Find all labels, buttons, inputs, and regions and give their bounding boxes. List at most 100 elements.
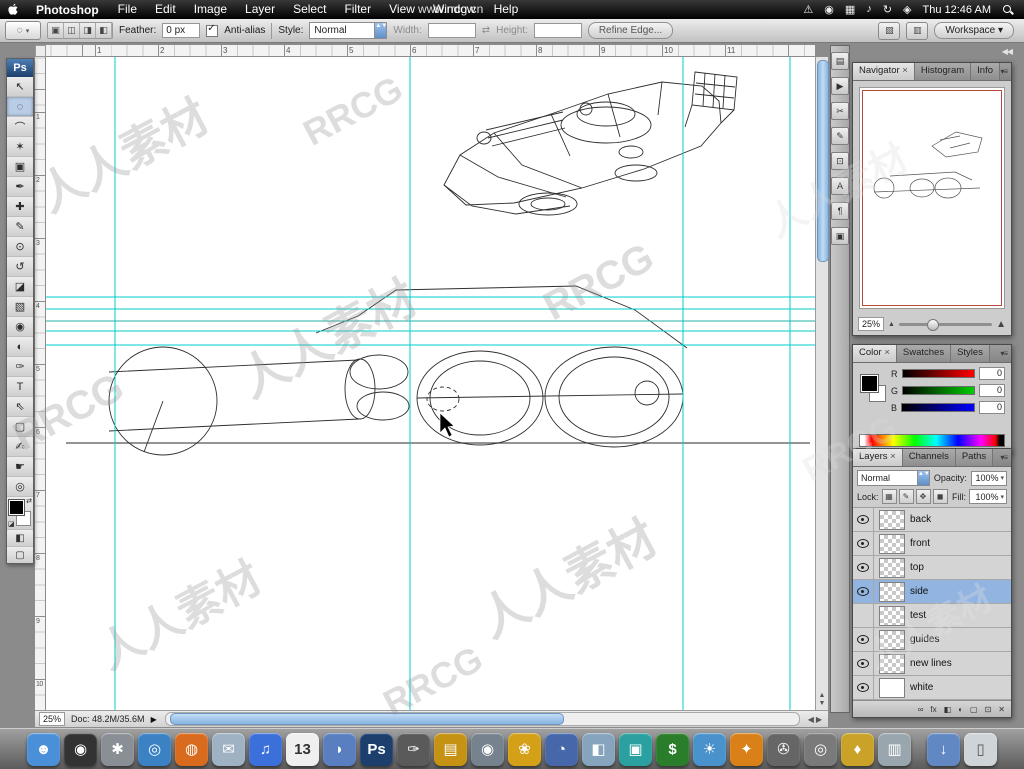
layer-thumbnail[interactable]: [879, 557, 905, 578]
tool-preset-picker[interactable]: ◌ ▾: [5, 21, 41, 40]
tool-pen[interactable]: ✑: [7, 357, 33, 377]
swap-colors-icon[interactable]: ⇄: [26, 497, 32, 505]
collapsed-panel-button-clone-source[interactable]: ⊡: [831, 152, 849, 170]
layer-thumbnail[interactable]: [879, 605, 905, 626]
layer-row-new-lines[interactable]: new lines: [853, 652, 1011, 676]
dock-item-ical[interactable]: 13: [286, 732, 319, 766]
lock-button[interactable]: ◼: [932, 489, 948, 504]
zoom-slider-thumb[interactable]: [926, 318, 939, 331]
tool-lasso[interactable]: ⌒: [7, 117, 33, 137]
status-icon-volume-status-icon[interactable]: ♪: [866, 3, 872, 16]
status-icon-display-status-icon[interactable]: ◉: [824, 3, 834, 16]
zoom-in-icon[interactable]: [996, 319, 1006, 330]
dock-item-system-preferences[interactable]: ✱: [101, 732, 134, 766]
horizontal-scrollbar-thumb[interactable]: [169, 713, 565, 725]
dock-item-gold-app[interactable]: ♦: [841, 732, 874, 766]
panel-tab[interactable]: Navigator: [853, 63, 915, 80]
layer-row-front[interactable]: front: [853, 532, 1011, 556]
dock-item-photoshop[interactable]: Ps: [360, 732, 393, 766]
layer-thumbnail[interactable]: [879, 677, 905, 698]
refine-edge-button[interactable]: Refine Edge...: [587, 22, 674, 39]
collapsed-panel-button-history[interactable]: ▤: [831, 52, 849, 70]
status-icon-bluetooth-status-icon[interactable]: ◈: [903, 3, 911, 16]
layer-row-white[interactable]: white: [853, 676, 1011, 700]
status-icon-sync-status-icon[interactable]: ↻: [883, 3, 892, 16]
dock-item-finder[interactable]: ☻: [27, 732, 60, 766]
lock-button[interactable]: ▦: [881, 489, 897, 504]
tool-gradient[interactable]: ▧: [7, 297, 33, 317]
menu-item[interactable]: Window: [424, 0, 485, 19]
layers-footer-icon[interactable]: ∞: [918, 705, 924, 714]
visibility-toggle[interactable]: [853, 676, 874, 699]
channel-value[interactable]: 0: [979, 401, 1005, 414]
lock-button[interactable]: ✥: [915, 489, 931, 504]
menu-item[interactable]: Help: [485, 0, 528, 19]
horizontal-scrollbar[interactable]: [164, 712, 800, 726]
panel-menu-icon[interactable]: [993, 449, 1011, 466]
visibility-toggle[interactable]: [853, 532, 874, 555]
vertical-ruler[interactable]: 1 2 3 4 5 6 7 8 9 10: [35, 57, 46, 710]
dock-item-firefox[interactable]: ◍: [175, 732, 208, 766]
dock-item-mail[interactable]: ✉: [212, 732, 245, 766]
panel-tab[interactable]: Color: [853, 345, 897, 362]
zoom-out-icon[interactable]: [888, 321, 895, 328]
layer-thumbnail[interactable]: [879, 653, 905, 674]
quick-mask-button[interactable]: ◧: [7, 529, 33, 546]
horizontal-ruler[interactable]: 1 2 3 4 5 6 7 8 9 10 11: [46, 45, 815, 57]
dock-item-weather[interactable]: ☀: [693, 732, 726, 766]
tool-move[interactable]: ↖: [7, 77, 33, 97]
zoom-level-field[interactable]: 25%: [39, 712, 66, 726]
tool-zoom[interactable]: ◎: [7, 477, 33, 497]
collapsed-panel-button-tool-presets[interactable]: ✂: [831, 102, 849, 120]
menu-item[interactable]: Image: [185, 0, 236, 19]
status-flyout-icon[interactable]: ▶: [151, 715, 157, 724]
foreground-color-swatch[interactable]: [860, 374, 879, 393]
layer-thumbnail[interactable]: [879, 581, 905, 602]
navigator-zoom-field[interactable]: 25%: [858, 317, 885, 331]
selection-mode-button[interactable]: ◨: [80, 23, 96, 38]
screen-mode-button[interactable]: ▢: [7, 546, 33, 563]
dock-item-hard-drive[interactable]: ▥: [878, 732, 911, 766]
layer-row-side[interactable]: side: [853, 580, 1011, 604]
dock-item-movies[interactable]: ✇: [767, 732, 800, 766]
channel-slider[interactable]: [902, 386, 975, 395]
panel-tab[interactable]: Histogram: [914, 63, 972, 80]
navigator-proxy-preview[interactable]: [859, 87, 1005, 309]
vertical-scrollbar[interactable]: [815, 57, 829, 710]
menu-item[interactable]: Filter: [335, 0, 380, 19]
width-input[interactable]: [427, 23, 476, 38]
dock-item-iphoto[interactable]: ❀: [508, 732, 541, 766]
menu-item[interactable]: Select: [284, 0, 335, 19]
dock-item-itunes[interactable]: ♫: [249, 732, 282, 766]
dock-item-stocks[interactable]: $: [656, 732, 689, 766]
menu-item[interactable]: Layer: [236, 0, 284, 19]
dock-item-trash[interactable]: ▯: [964, 732, 997, 766]
menu-item[interactable]: File: [109, 0, 146, 19]
tool-history-brush[interactable]: ↺: [7, 257, 33, 277]
tool-path-select[interactable]: ⇖: [7, 397, 33, 417]
channel-slider[interactable]: [901, 369, 975, 378]
channel-value[interactable]: 0: [979, 384, 1005, 397]
dock-item-dvd-player[interactable]: ◎: [804, 732, 837, 766]
link-dimensions-icon[interactable]: ⇄: [482, 25, 490, 36]
layers-footer-icon[interactable]: ▢: [970, 705, 978, 714]
tool-elliptical-marquee[interactable]: ◌: [7, 97, 33, 117]
tool-brush[interactable]: ✎: [7, 217, 33, 237]
default-colors-icon[interactable]: ◪: [8, 520, 15, 528]
selection-mode-button[interactable]: ◫: [64, 23, 80, 38]
menu-item[interactable]: View: [380, 0, 424, 19]
tool-hand[interactable]: ☛: [7, 457, 33, 477]
layers-footer-icon[interactable]: ◐: [958, 705, 963, 714]
dock-item-downloads[interactable]: ↓: [927, 732, 960, 766]
tool-healing-brush[interactable]: ✚: [7, 197, 33, 217]
visibility-toggle[interactable]: [853, 508, 874, 531]
layer-row-test[interactable]: test: [853, 604, 1011, 628]
dock-item-photo-booth[interactable]: ▣: [619, 732, 652, 766]
feather-input[interactable]: 0 px: [162, 23, 201, 38]
scroll-arrows[interactable]: [816, 692, 828, 708]
ruler-corner[interactable]: [35, 45, 46, 57]
tool-clone-stamp[interactable]: ⊙: [7, 237, 33, 257]
visibility-toggle[interactable]: [853, 628, 874, 651]
tool-crop[interactable]: ▣: [7, 157, 33, 177]
spotlight-icon[interactable]: [1002, 4, 1014, 16]
